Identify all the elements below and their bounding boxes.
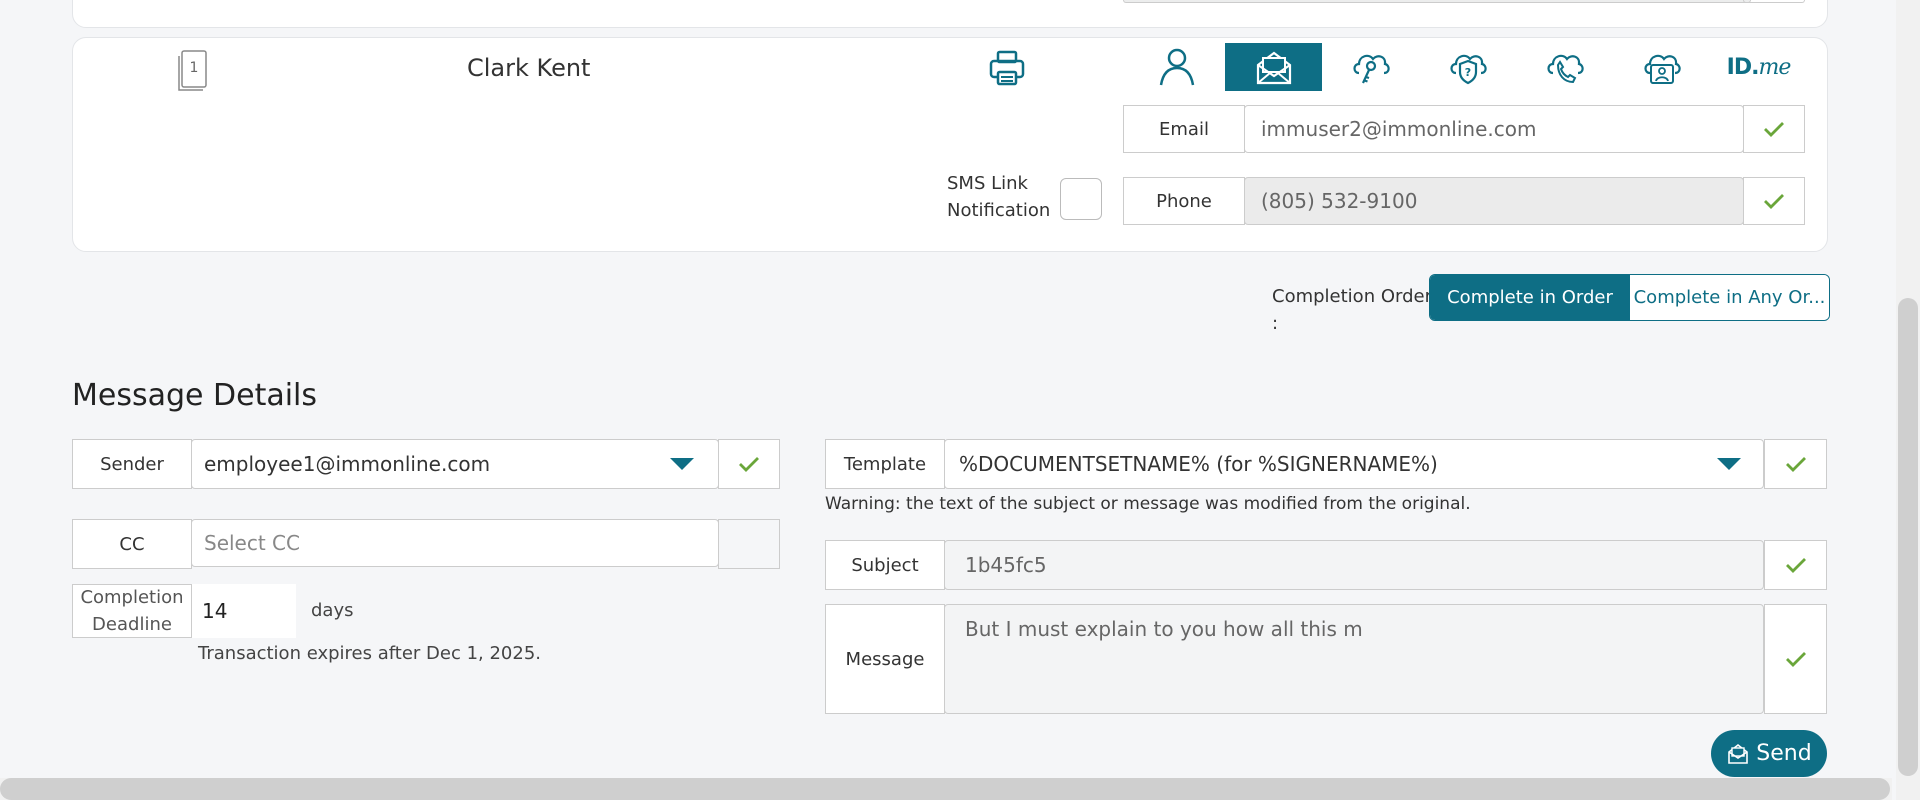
- email-field[interactable]: immuser2@immonline.com: [1244, 105, 1744, 153]
- send-mail-icon: [1728, 743, 1749, 764]
- modified-warning: Warning: the text of the subject or mess…: [825, 494, 1471, 514]
- cc-check-slot: [718, 519, 780, 569]
- completion-order-label-line1: Completion Order: [1272, 286, 1432, 307]
- email-check-icon: [1743, 105, 1805, 153]
- previous-check-stub: [1743, 0, 1805, 3]
- sender-select[interactable]: employee1@immonline.com: [191, 439, 719, 489]
- previous-signer-card: [72, 0, 1828, 28]
- completion-deadline-input[interactable]: 14: [192, 584, 296, 638]
- signer-name: Clark Kent: [467, 54, 591, 82]
- horizontal-scrollbar-thumb[interactable]: [0, 778, 1890, 800]
- signer-card: 1 Clark Kent ? ID.me Email immuser2@immo…: [72, 37, 1828, 252]
- deadline-unit: days: [311, 600, 354, 621]
- template-value: %DOCUMENTSETNAME% (for %SIGNERNAME%): [959, 452, 1438, 476]
- completion-order-toggle: Complete in Order Complete in Any Or...: [1429, 274, 1830, 321]
- idme-logo[interactable]: ID.me: [1710, 43, 1807, 91]
- complete-in-order-button[interactable]: Complete in Order: [1430, 275, 1630, 320]
- phone-cloud-icon[interactable]: [1516, 43, 1613, 91]
- signing-order-icon: 1: [173, 48, 209, 92]
- idme-logo-id: ID.: [1726, 54, 1760, 80]
- person-icon[interactable]: [1128, 43, 1225, 91]
- authentication-method-icons: ? ID.me: [1128, 43, 1807, 91]
- horizontal-scrollbar[interactable]: [0, 778, 1892, 800]
- phone-check-icon: [1743, 177, 1805, 225]
- send-label: Send: [1756, 741, 1812, 766]
- svg-text:?: ?: [1464, 66, 1470, 79]
- sms-notification-checkbox[interactable]: [1060, 178, 1102, 220]
- previous-field-stub: [1123, 0, 1751, 3]
- idme-logo-me: me: [1758, 54, 1791, 80]
- shield-cloud-icon[interactable]: ?: [1419, 43, 1516, 91]
- printer-icon[interactable]: [985, 46, 1029, 90]
- sender-value: employee1@immonline.com: [204, 452, 491, 476]
- email-label: Email: [1123, 105, 1245, 153]
- subject-label: Subject: [825, 540, 945, 590]
- completion-order-label-line2: :: [1272, 313, 1279, 334]
- sender-check-icon: [718, 439, 780, 489]
- send-button[interactable]: Send: [1711, 730, 1827, 777]
- vertical-scrollbar[interactable]: [1896, 0, 1920, 800]
- completion-order-label: Completion Order :: [1272, 283, 1432, 337]
- section-title: Message Details: [72, 378, 318, 413]
- phone-field[interactable]: (805) 532-9100: [1244, 177, 1744, 225]
- template-label: Template: [825, 439, 945, 489]
- sms-label-line2: Notification: [947, 200, 1051, 221]
- completion-deadline-label: Completion Deadline: [72, 584, 192, 638]
- sms-label-line1: SMS Link: [947, 173, 1028, 194]
- sender-label: Sender: [72, 439, 192, 489]
- message-check-icon: [1764, 604, 1827, 714]
- signing-order-number: 1: [190, 60, 199, 76]
- subject-input[interactable]: 1b45fc5: [944, 540, 1764, 590]
- subject-check-icon: [1764, 540, 1827, 590]
- deadline-label-line1: Completion: [80, 587, 184, 608]
- sender-dropdown-icon[interactable]: [670, 458, 694, 470]
- phone-label: Phone: [1123, 177, 1245, 225]
- message-textarea[interactable]: But I must explain to you how all this m: [944, 604, 1764, 714]
- vertical-scrollbar-thumb[interactable]: [1898, 298, 1918, 776]
- cc-label: CC: [72, 519, 192, 569]
- sms-link-notification-label: SMS Link Notification: [947, 170, 1050, 224]
- complete-in-any-order-button[interactable]: Complete in Any Or...: [1630, 275, 1829, 320]
- id-card-cloud-icon[interactable]: [1613, 43, 1710, 91]
- cc-input[interactable]: Select CC: [191, 519, 719, 567]
- template-check-icon: [1764, 439, 1827, 489]
- deadline-label-line2: Deadline: [92, 614, 172, 635]
- email-auth-icon[interactable]: [1225, 43, 1322, 91]
- template-select[interactable]: %DOCUMENTSETNAME% (for %SIGNERNAME%): [944, 439, 1764, 489]
- expiry-note: Transaction expires after Dec 1, 2025.: [198, 643, 541, 664]
- message-label: Message: [825, 604, 945, 714]
- template-dropdown-icon[interactable]: [1717, 458, 1741, 470]
- key-cloud-icon[interactable]: [1322, 43, 1419, 91]
